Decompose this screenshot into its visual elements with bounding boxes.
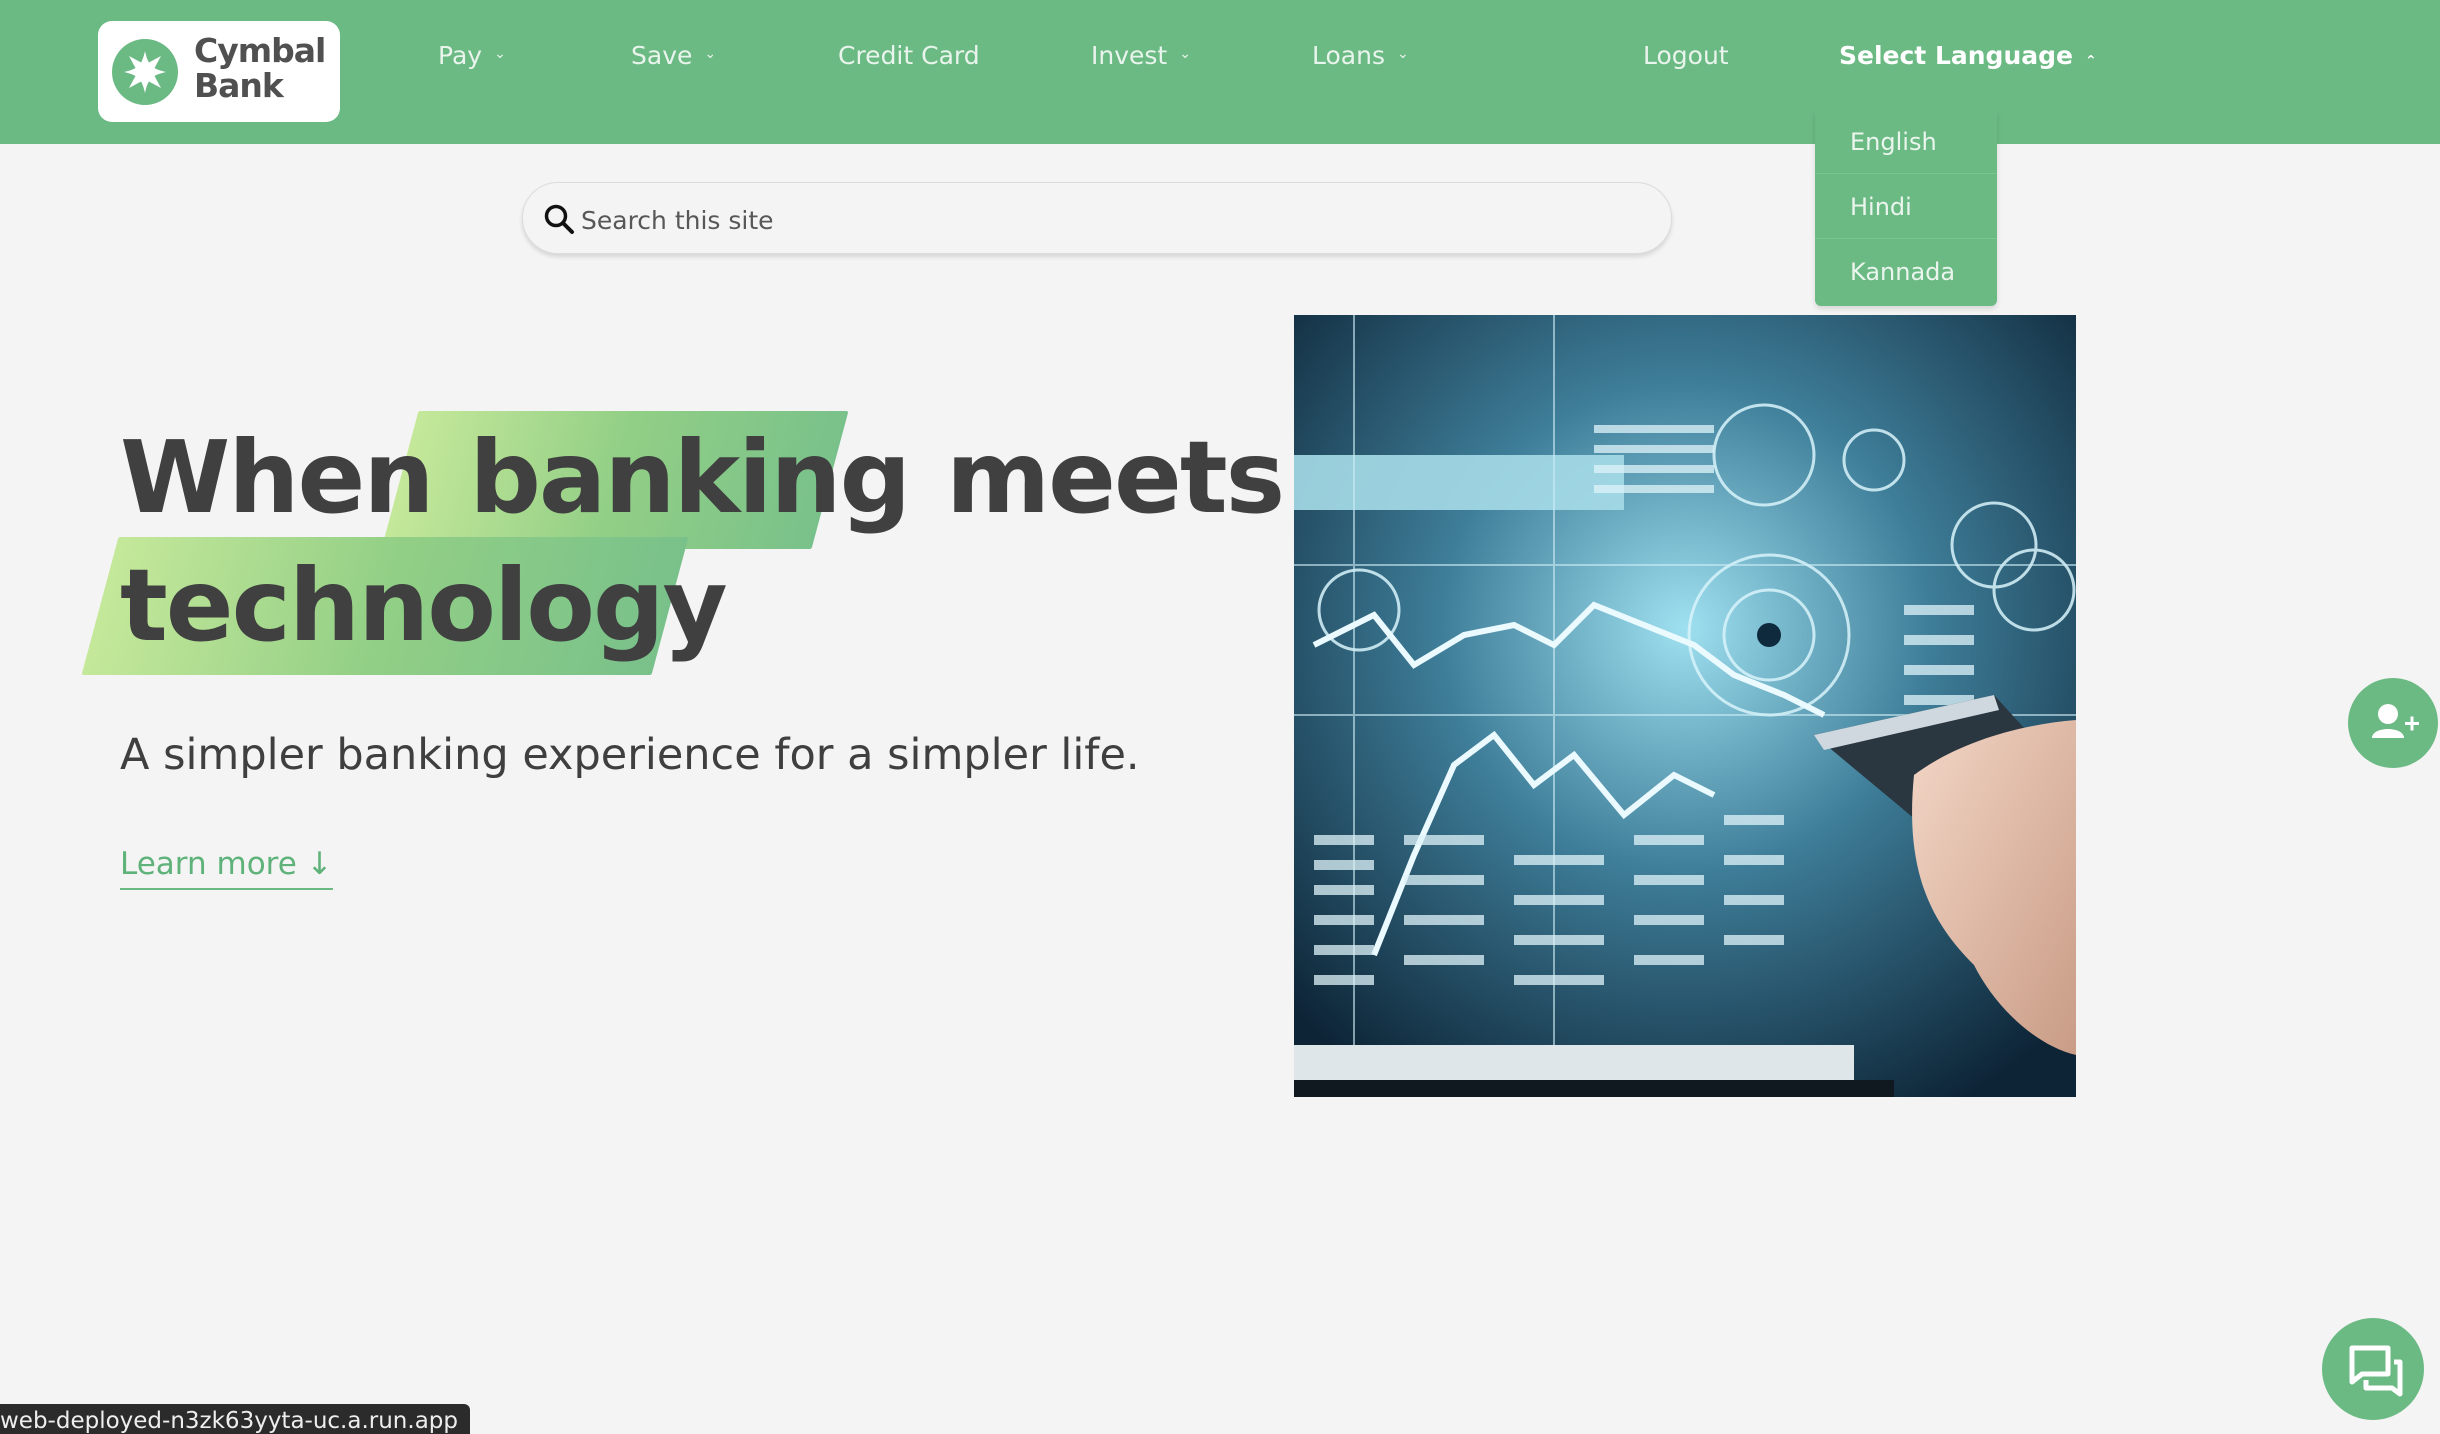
nav-item-label: Pay [438,41,483,70]
add-user-button[interactable] [2348,678,2438,768]
nav-item-loans[interactable]: Loans ⌄ [1312,36,1409,76]
hero-word-when: When [120,419,435,536]
logo-mark-icon [112,39,178,105]
nav-item-label: Save [631,41,693,70]
language-dropdown-menu: English Hindi Kannada [1815,110,1997,306]
logout-link[interactable]: Logout [1643,36,1729,76]
learn-more-link[interactable]: Learn more ↓ [120,846,333,890]
nav-item-credit-card[interactable]: Credit Card [838,36,980,76]
logo-name-line1: Cymbal [194,31,326,70]
chevron-down-icon: ⌄ [494,46,506,62]
select-language-toggle[interactable]: Select Language ⌄ [1839,36,2097,76]
logout-label: Logout [1643,41,1729,70]
browser-status-url: web-deployed-n3zk63yyta-uc.a.run.app [0,1404,470,1434]
cymbal-bank-logo[interactable]: Cymbal Bank [98,21,340,122]
chevron-down-icon: ⌄ [1179,46,1191,62]
select-language-label: Select Language [1839,41,2073,70]
hero-word-banking: banking [469,419,911,536]
chat-icon [2349,1345,2403,1397]
hero-headline-line1: When banking meets [120,418,1285,538]
hero-word-meets: meets [945,419,1285,536]
nav-item-save[interactable]: Save ⌄ [631,36,716,76]
nav-item-label: Credit Card [838,41,980,70]
language-option-english[interactable]: English [1815,110,1997,174]
fintech-illustration-graphic [1294,315,2076,1097]
hero-subtitle: A simpler banking experience for a simpl… [120,730,1140,780]
search-input[interactable] [579,197,1643,243]
search-icon [544,204,574,234]
hero-headline-line2: technology [120,546,728,666]
nav-item-label: Loans [1312,41,1385,70]
nav-item-invest[interactable]: Invest ⌄ [1091,36,1191,76]
language-option-hindi[interactable]: Hindi [1815,175,1997,239]
chevron-down-icon: ⌄ [704,46,717,62]
logo-name-line2: Bank [194,66,284,105]
chevron-up-icon: ⌄ [2084,51,2097,67]
site-search-bar [522,182,1672,254]
add-user-icon [2372,704,2419,738]
nav-item-label: Invest [1091,41,1168,70]
hero-word-technology: technology [120,547,728,664]
language-option-kannada[interactable]: Kannada [1815,240,1997,304]
logo-wordmark: Cymbal Bank [194,33,334,103]
hero-fintech-illustration [1294,315,2076,1097]
top-navigation-bar: Cymbal Bank Pay ⌄ Save ⌄ Credit Card Inves… [0,0,2440,144]
chat-button[interactable] [2322,1318,2424,1420]
nav-item-pay[interactable]: Pay ⌄ [438,36,506,76]
chevron-down-icon: ⌄ [1396,46,1409,62]
